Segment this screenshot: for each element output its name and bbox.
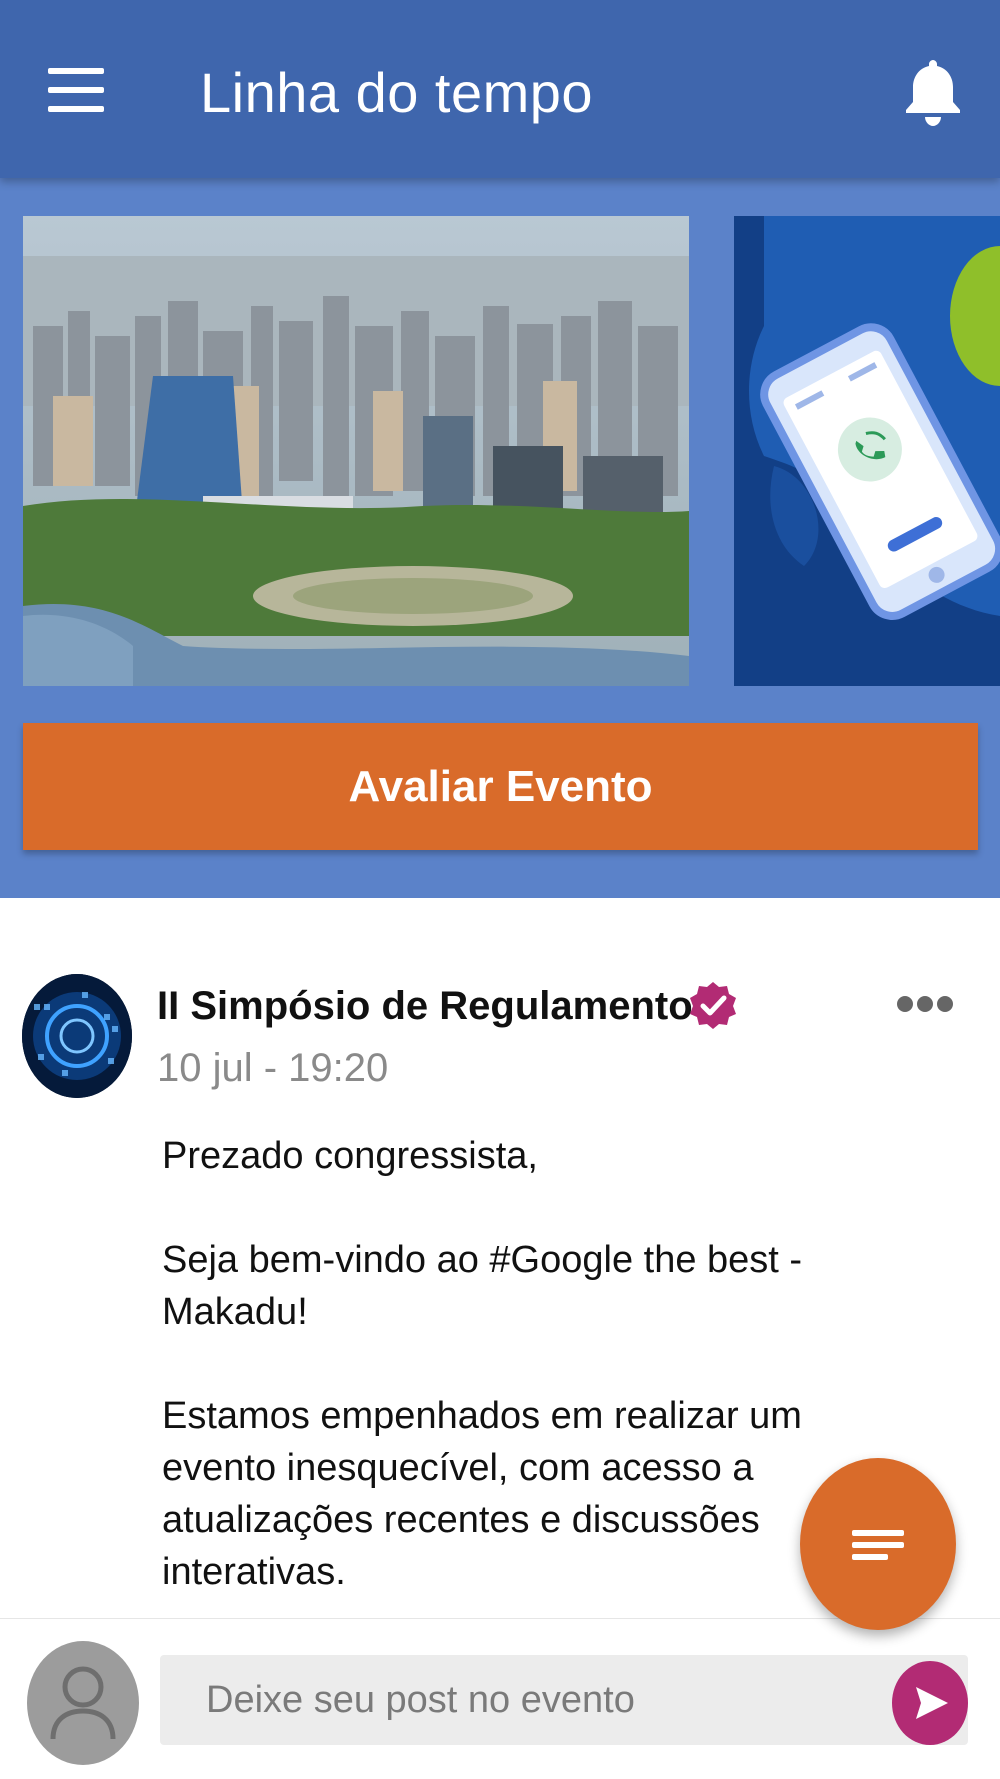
page-title: Linha do tempo xyxy=(200,61,594,124)
city-aerial-image xyxy=(23,216,689,686)
user-placeholder-icon xyxy=(50,1666,116,1740)
post-paragraph: Seja bem-vindo ao #Google the best - Mak… xyxy=(162,1239,803,1333)
post-author[interactable]: II Simpósio de Regulamento xyxy=(157,980,693,1032)
compose-bar xyxy=(0,1618,1000,1779)
user-avatar[interactable] xyxy=(27,1641,139,1765)
verified-badge-icon xyxy=(690,982,736,1029)
send-button[interactable] xyxy=(892,1661,968,1745)
send-icon xyxy=(916,1687,948,1719)
evaluate-event-button[interactable]: Avaliar Evento xyxy=(23,723,978,850)
post-paragraph: Estamos empenhados em realizar um evento… xyxy=(162,1395,802,1593)
filter-fab-button[interactable] xyxy=(800,1458,956,1630)
banner-carousel: Avaliar Evento xyxy=(0,178,1000,898)
phone-call-illustration xyxy=(734,216,1000,686)
filter-lines-icon xyxy=(852,1530,904,1536)
app-bar: Linha do tempo xyxy=(0,0,1000,178)
event-avatar[interactable] xyxy=(22,974,132,1098)
more-options-icon[interactable] xyxy=(893,992,957,1016)
menu-icon[interactable] xyxy=(48,68,104,112)
post-paragraph: Prezado congressista, xyxy=(162,1135,538,1177)
post-input[interactable] xyxy=(160,1655,968,1745)
carousel-slide-city[interactable] xyxy=(23,216,689,686)
post-timestamp: 10 jul - 19:20 xyxy=(157,1046,389,1090)
carousel-slide-phone[interactable] xyxy=(734,216,1000,686)
bell-icon[interactable] xyxy=(900,56,966,128)
post-body: Prezado congressista, Seja bem-vindo ao … xyxy=(162,1130,882,1650)
